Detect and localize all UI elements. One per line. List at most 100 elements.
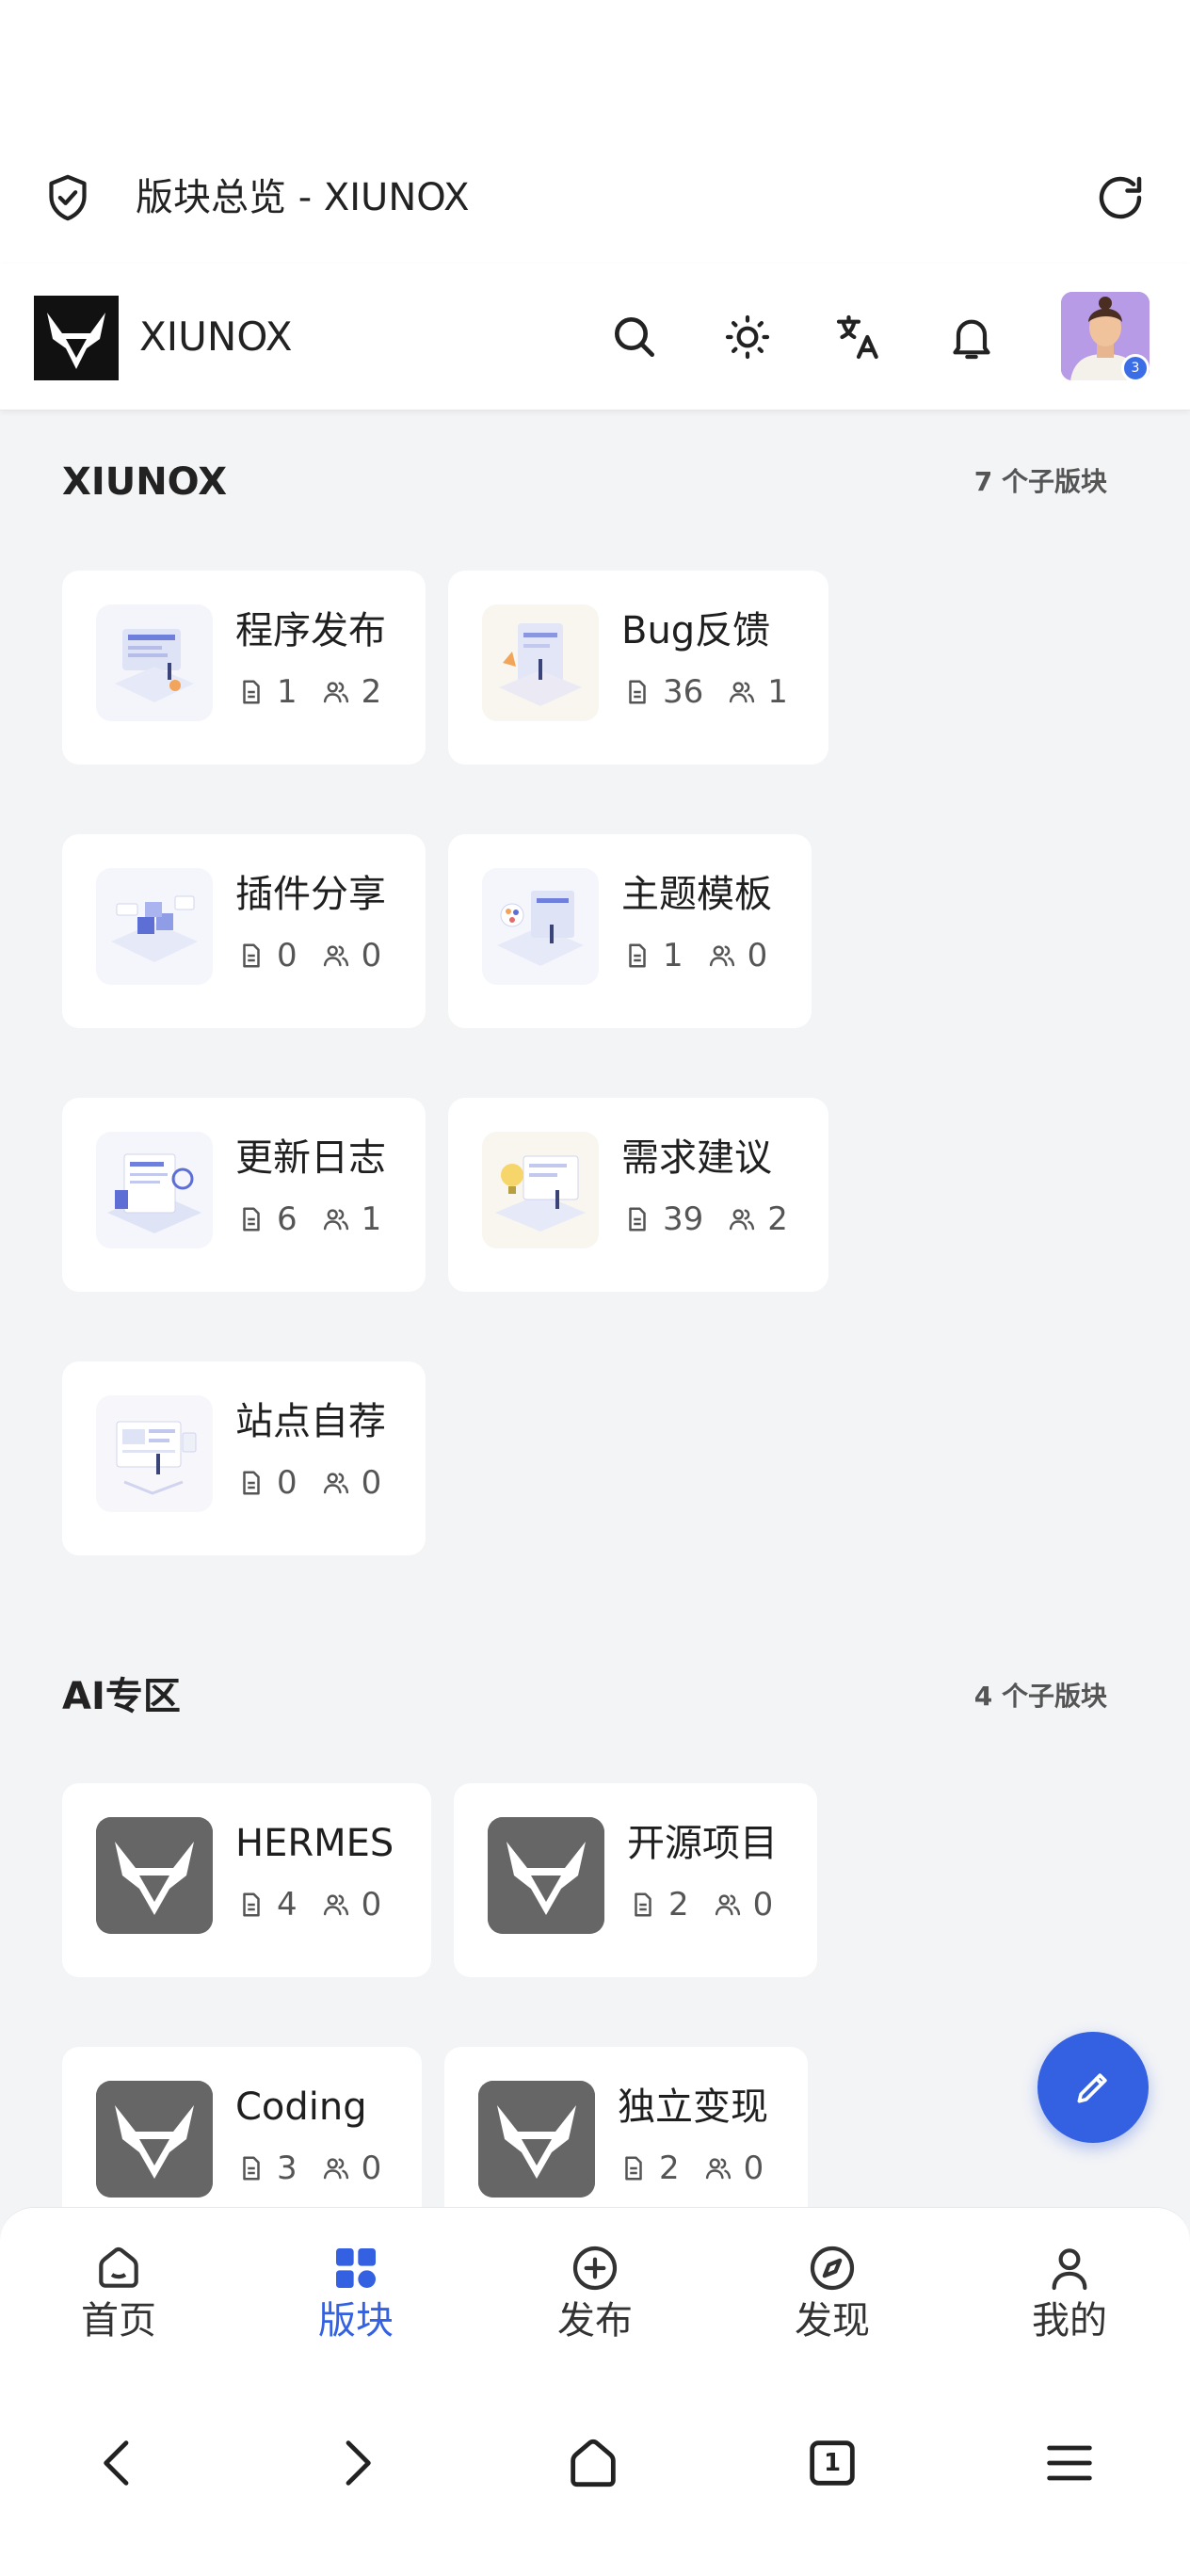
back-icon[interactable]	[88, 2433, 149, 2493]
users-icon	[323, 1894, 348, 1916]
member-count: 0	[743, 2149, 764, 2187]
member-count: 0	[361, 2149, 382, 2187]
nav-label: 发现	[795, 2299, 870, 2343]
post-count: 4	[277, 1886, 298, 1924]
section-title: AI专区	[62, 1675, 181, 1718]
member-count: 0	[752, 1886, 774, 1924]
nav-home[interactable]: 首页	[43, 2242, 194, 2364]
pencil-icon	[1077, 2073, 1107, 2103]
post-count: 1	[663, 937, 683, 974]
board-name: 开源项目	[627, 1822, 778, 1865]
users-icon	[730, 1209, 755, 1231]
users-icon	[323, 945, 348, 967]
nav-boards[interactable]: 版块	[281, 2242, 431, 2364]
section-header: AI专区 4 个子版块	[62, 1668, 1107, 1725]
board-card-站点自荐[interactable]: 站点自荐 0 0	[62, 1361, 426, 1555]
board-illustration	[482, 868, 599, 985]
board-card-bug反馈[interactable]: Bug反馈 36 1	[448, 571, 828, 765]
board-logo	[478, 2081, 595, 2198]
post-count: 3	[277, 2149, 298, 2187]
document-icon	[243, 680, 260, 704]
bull-logo-icon	[478, 2081, 595, 2198]
board-illustration	[482, 604, 599, 721]
site-brand[interactable]: XIUNOX	[139, 309, 292, 365]
users-icon	[323, 1209, 348, 1231]
board-name: 程序发布	[235, 609, 386, 652]
board-stats: 39 2	[623, 1196, 788, 1243]
board-name: 插件分享	[235, 873, 386, 916]
member-count: 2	[767, 1200, 788, 1238]
board-name: 更新日志	[235, 1136, 386, 1180]
site-logo[interactable]	[34, 296, 119, 380]
search-icon[interactable]	[608, 311, 661, 363]
board-card-插件分享[interactable]: 插件分享 0 0	[62, 834, 426, 1028]
board-name: 需求建议	[621, 1136, 772, 1180]
nav-profile[interactable]: 我的	[994, 2242, 1145, 2364]
users-icon	[715, 1894, 740, 1916]
document-icon	[243, 1892, 260, 1917]
post-count: 2	[668, 1886, 689, 1924]
document-icon	[635, 1892, 651, 1917]
nav-discover[interactable]: 发现	[757, 2242, 908, 2364]
users-icon	[323, 682, 348, 703]
board-illustration	[96, 1132, 213, 1248]
board-logo	[96, 1817, 213, 1934]
member-count: 0	[747, 937, 768, 974]
avatar-badge: 3	[1121, 354, 1150, 382]
document-icon	[625, 2156, 642, 2181]
home-outline-icon[interactable]	[563, 2433, 623, 2493]
grid-icon	[336, 2248, 376, 2288]
member-count: 1	[361, 1200, 382, 1238]
nav-label: 我的	[1032, 2299, 1107, 2343]
users-icon	[323, 2158, 348, 2180]
reload-icon[interactable]	[1092, 169, 1149, 226]
theme-sun-icon[interactable]	[721, 311, 774, 363]
bell-icon[interactable]	[945, 311, 998, 363]
status-bar	[0, 0, 1190, 132]
bull-logo-icon	[96, 1817, 213, 1934]
page-title[interactable]: 版块总览 - XIUNOX	[136, 169, 470, 226]
member-count: 1	[767, 673, 788, 711]
board-card-更新日志[interactable]: 更新日志 6 1	[62, 1098, 426, 1292]
board-stats: 0 0	[237, 1459, 381, 1506]
document-icon	[243, 1471, 260, 1495]
site-header: XIUNOX 3	[0, 264, 1190, 411]
post-count: 1	[277, 673, 298, 711]
tabs-button[interactable]: 1	[802, 2433, 862, 2493]
board-stats: 36 1	[623, 668, 788, 716]
board-card-需求建议[interactable]: 需求建议 39 2	[448, 1098, 828, 1292]
shield-check-icon[interactable]	[41, 171, 94, 224]
browser-toolbar: 1	[0, 2380, 1190, 2576]
post-count: 0	[277, 1464, 298, 1502]
board-stats: 6 1	[237, 1196, 381, 1243]
board-illustration	[96, 868, 213, 985]
document-icon	[243, 1207, 260, 1232]
board-illustration	[482, 1132, 599, 1248]
section-count: 7 个子版块	[973, 466, 1107, 497]
forward-icon[interactable]	[326, 2433, 386, 2493]
document-icon	[629, 1207, 646, 1232]
browser-address-bar[interactable]: 版块总览 - XIUNOX	[0, 132, 1190, 264]
translate-icon[interactable]	[832, 311, 885, 363]
board-name: Coding	[235, 2085, 367, 2129]
nav-label: 版块	[318, 2299, 394, 2343]
compass-icon	[810, 2246, 855, 2291]
users-icon	[709, 945, 734, 967]
member-count: 0	[361, 1886, 382, 1924]
document-icon	[243, 2156, 260, 2181]
menu-icon[interactable]	[1039, 2433, 1100, 2493]
board-stats: 0 0	[237, 932, 381, 979]
board-card-hermes[interactable]: HERMES 4 0	[62, 1783, 431, 1977]
board-illustration	[96, 1395, 213, 1512]
board-card-主题模板[interactable]: 主题模板 1 0	[448, 834, 812, 1028]
board-card-程序发布[interactable]: 程序发布 1 2	[62, 571, 426, 765]
post-count: 2	[659, 2149, 680, 2187]
nav-publish[interactable]: 发布	[520, 2242, 670, 2364]
board-stats: 1 0	[623, 932, 767, 979]
compose-button[interactable]	[1037, 2032, 1149, 2143]
tab-count: 1	[823, 2449, 842, 2477]
post-count: 0	[277, 937, 298, 974]
document-icon	[629, 680, 646, 704]
board-card-开源项目[interactable]: 开源项目 2 0	[454, 1783, 817, 1977]
board-name: 独立变现	[618, 2085, 768, 2129]
